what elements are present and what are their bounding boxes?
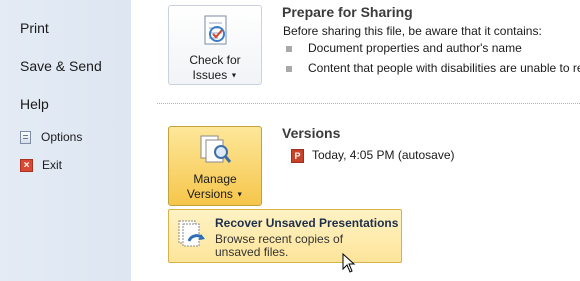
check-button-line2: Issues <box>192 68 228 82</box>
bullet-icon <box>286 45 292 52</box>
check-button-line2-wrap: Issues ▼ <box>169 68 261 83</box>
nav-options-label: Options <box>41 130 83 144</box>
nav-print[interactable]: Print <box>20 20 49 36</box>
sharing-item-label: Content that people with disabilities ar… <box>308 61 580 75</box>
sharing-item: Document properties and author's name <box>286 41 522 55</box>
check-for-issues-button[interactable]: Check for Issues ▼ <box>168 5 262 85</box>
sharing-item-label: Document properties and author's name <box>308 41 522 55</box>
versions-title: Versions <box>282 125 341 141</box>
powerpoint-file-icon: P <box>291 148 304 163</box>
sharing-title: Prepare for Sharing <box>282 4 413 20</box>
manage-button-line1: Manage <box>193 172 237 186</box>
nav-exit-label: Exit <box>42 158 63 172</box>
nav-options[interactable]: Options <box>20 130 82 144</box>
version-entry[interactable]: P Today, 4:05 PM (autosave) <box>291 148 455 163</box>
manage-versions-button[interactable]: Manage Versions ▼ <box>168 126 262 206</box>
options-icon <box>20 130 31 144</box>
checklist-icon <box>204 15 227 45</box>
nav-help[interactable]: Help <box>20 96 49 112</box>
sharing-intro: Before sharing this file, be aware that … <box>283 24 542 38</box>
exit-icon: × <box>20 158 33 172</box>
recover-desc-line2: unsaved files. <box>215 245 289 259</box>
backstage-nav: Print Save & Send Help Options × Exit <box>0 0 132 281</box>
recover-file-icon <box>178 220 205 247</box>
dropdown-caret-icon: ▼ <box>230 72 238 80</box>
recover-unsaved-presentations-item[interactable]: Recover Unsaved Presentations Browse rec… <box>168 209 402 263</box>
versions-icon <box>200 135 232 163</box>
manage-button-line2: Versions <box>186 187 233 201</box>
version-entry-label: Today, 4:05 PM (autosave) <box>312 148 455 162</box>
manage-button-line2-wrap: Versions ▼ <box>169 187 261 202</box>
recover-desc: Browse recent copies of unsaved files. <box>215 233 355 259</box>
nav-exit[interactable]: × Exit <box>20 158 62 172</box>
sharing-item: Content that people with disabilities ar… <box>286 61 580 75</box>
bullet-icon <box>286 65 292 72</box>
nav-save-send[interactable]: Save & Send <box>20 58 102 74</box>
mouse-cursor-icon <box>342 253 356 273</box>
section-divider <box>157 103 580 104</box>
dropdown-caret-icon: ▼ <box>236 191 244 199</box>
check-button-line1: Check for <box>189 53 241 67</box>
recover-title: Recover Unsaved Presentations <box>215 216 399 230</box>
